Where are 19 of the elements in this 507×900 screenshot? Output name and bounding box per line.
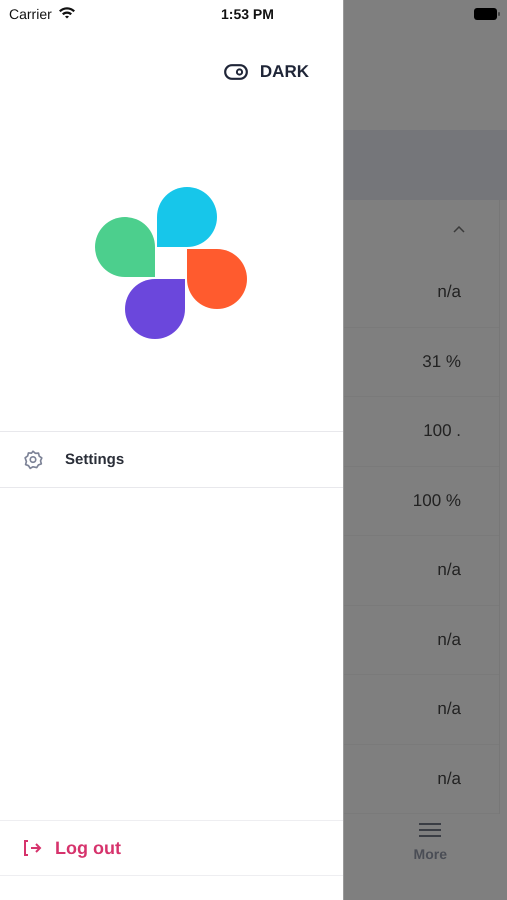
row-value: n/a — [437, 282, 461, 302]
row-value: 31 % — [422, 352, 461, 372]
row-value: n/a — [437, 560, 461, 580]
dark-mode-toggle[interactable]: DARK — [224, 62, 309, 82]
caret-icon — [453, 226, 465, 232]
carrier-label: Carrier — [9, 6, 52, 22]
row-value: n/a — [437, 699, 461, 720]
clock-time: 1:53 PM — [221, 6, 274, 22]
row-value: n/a — [437, 630, 461, 650]
log-out-icon — [23, 839, 43, 857]
battery-icon — [474, 8, 500, 20]
log-out-button[interactable]: Log out — [23, 838, 121, 858]
wifi-icon — [58, 6, 76, 19]
row-value: 100 % — [412, 490, 461, 511]
row-value: n/a — [437, 768, 461, 789]
settings-icon — [22, 448, 44, 470]
row-value: 100 . — [423, 421, 461, 442]
menu-icon — [418, 822, 442, 838]
toggle-icon — [224, 64, 248, 80]
